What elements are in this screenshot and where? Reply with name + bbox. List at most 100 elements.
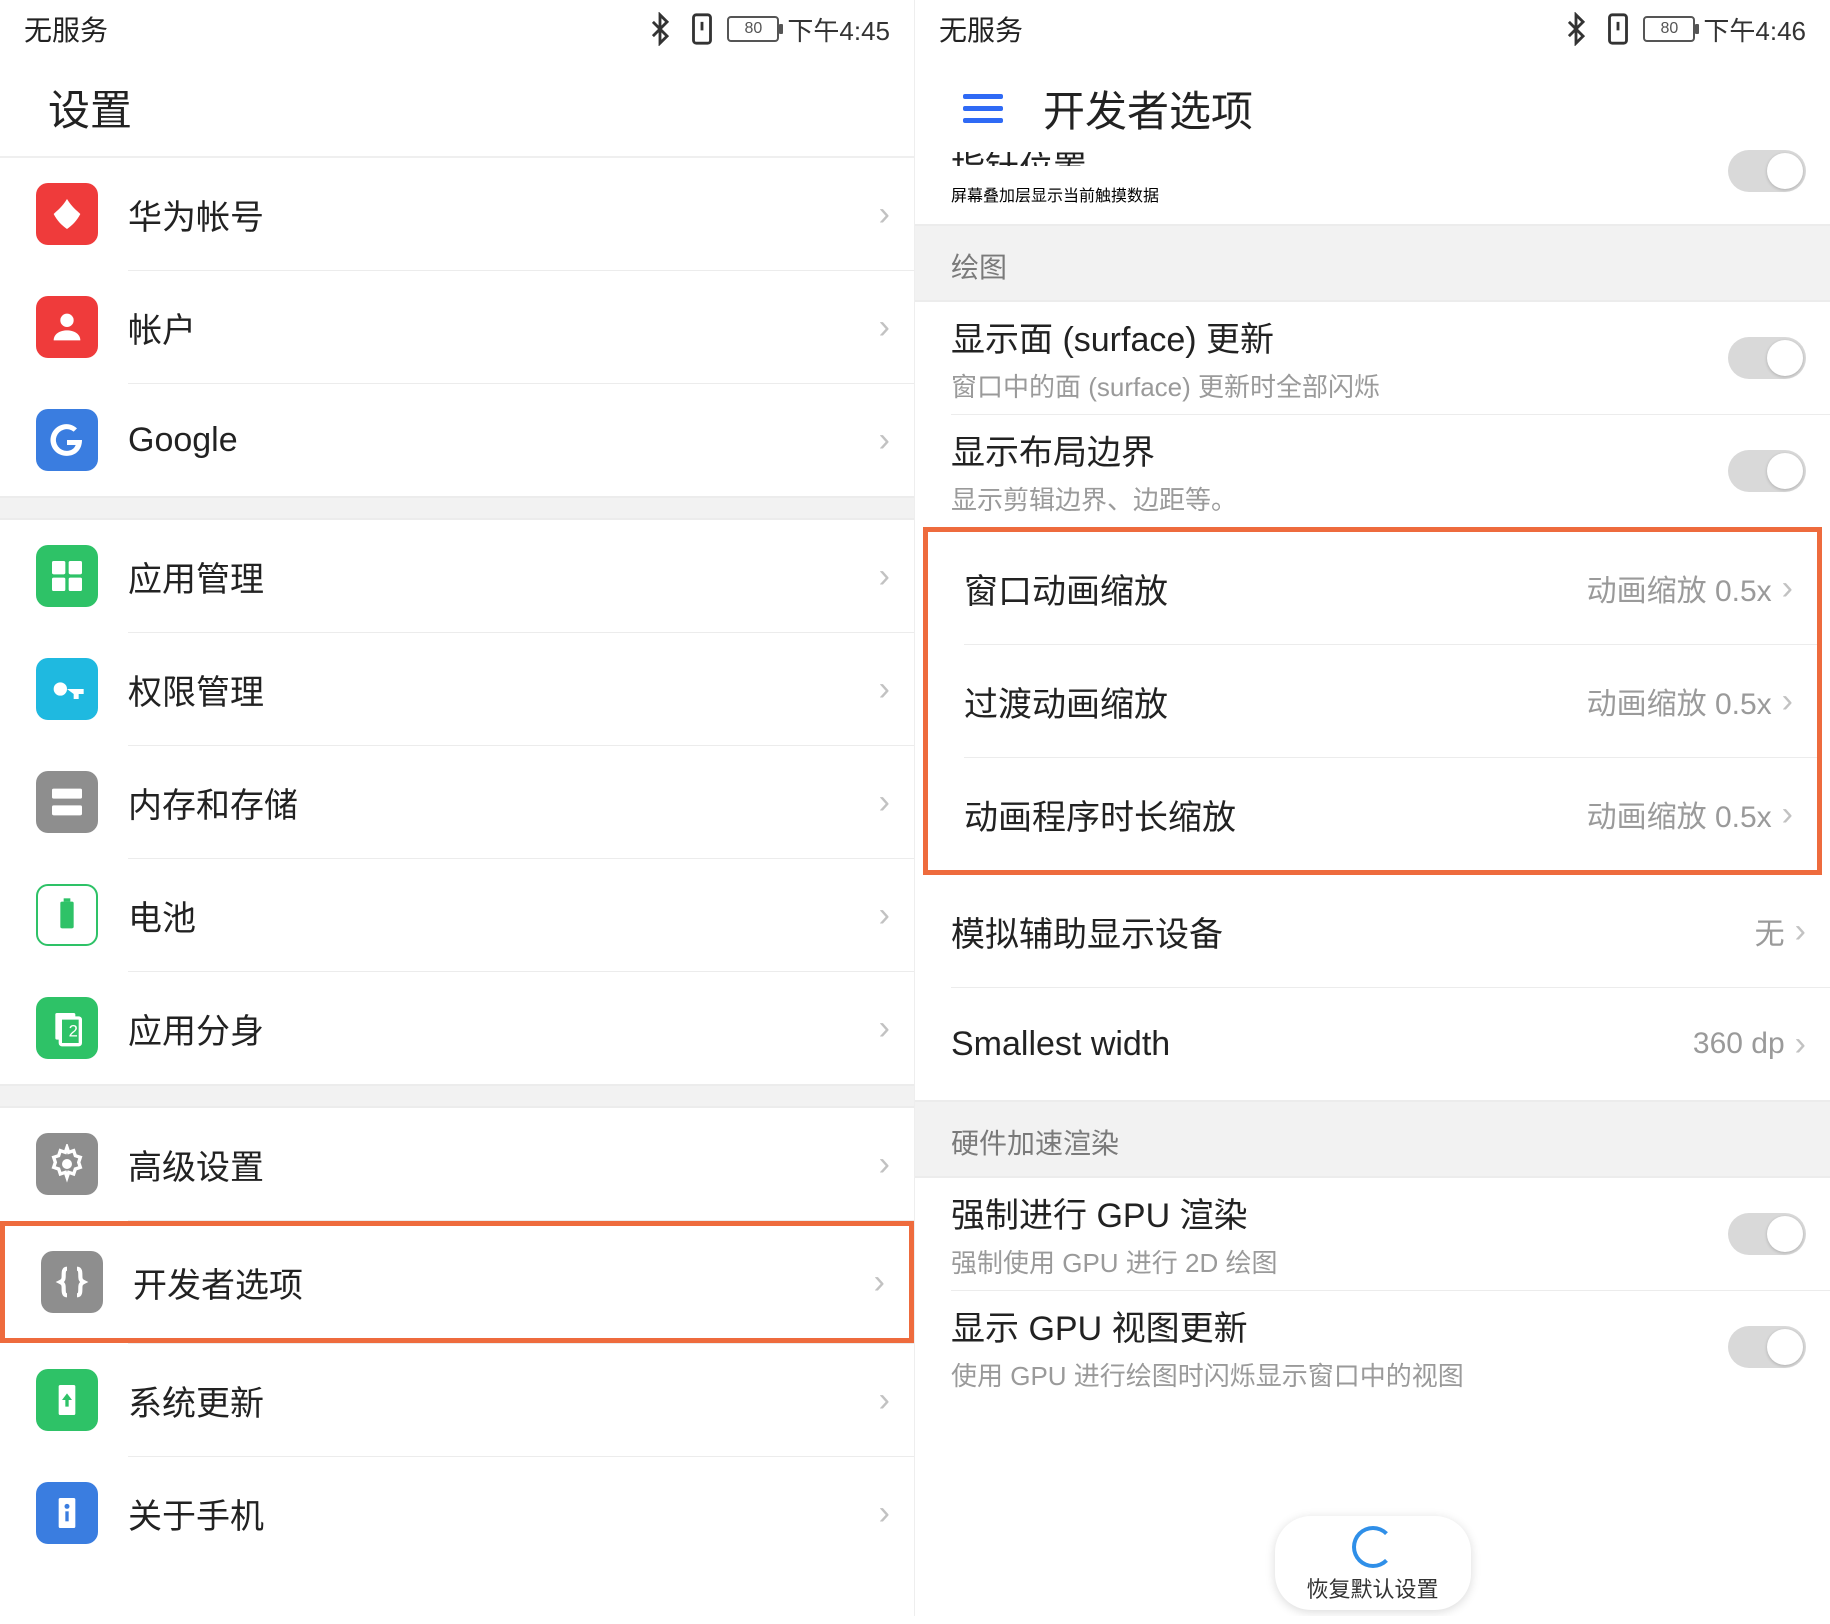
sim-alert-icon [1601, 12, 1635, 46]
settings-item-label: 系统更新 [128, 1376, 879, 1425]
status-bar: 无服务 80 下午4:45 [0, 0, 914, 58]
dev-item-value: 动画缩放 0.5x [1587, 679, 1772, 723]
settings-item-accounts[interactable]: 帐户 › [0, 271, 914, 383]
settings-item-label: Google [128, 421, 879, 460]
settings-item-google[interactable]: Google › [0, 384, 914, 496]
screen-settings: 无服务 80 下午4:45 设置 华为帐号 › 帐户 › [0, 0, 915, 1616]
dev-item-title-cut: 指针位置 [951, 152, 1728, 166]
apps-icon [36, 545, 98, 607]
highlight-animation-scales: 窗口动画缩放 动画缩放 0.5x › 过渡动画缩放 动画缩放 0.5x › 动画… [923, 527, 1822, 875]
chevron-right-icon: › [879, 557, 890, 596]
page-title: 开发者选项 [1043, 78, 1253, 139]
update-icon [36, 1369, 98, 1431]
dev-item-window-animation-scale[interactable]: 窗口动画缩放 动画缩放 0.5x › [928, 532, 1817, 644]
dev-item-title: 显示 GPU 视图更新 [951, 1301, 1728, 1350]
dev-item-simulate-secondary-display[interactable]: 模拟辅助显示设备 无 › [915, 875, 1830, 987]
dev-item-value: 无 [1755, 909, 1785, 953]
dev-item-subtitle: 显示剪辑边界、边距等。 [951, 480, 1728, 517]
settings-item-label: 内存和存储 [128, 778, 879, 827]
settings-item-label: 帐户 [128, 303, 879, 352]
battery-icon: 80 [727, 16, 779, 42]
braces-icon [41, 1251, 103, 1313]
settings-item-huawei-id[interactable]: 华为帐号 › [0, 158, 914, 270]
sim-alert-icon [685, 12, 719, 46]
settings-item-permissions[interactable]: 权限管理 › [0, 633, 914, 745]
reset-icon [1351, 1526, 1393, 1568]
chevron-right-icon: › [879, 1145, 890, 1184]
dev-item-title: 窗口动画缩放 [964, 564, 1587, 613]
dev-item-subtitle: 屏幕叠加层显示当前触摸数据 [951, 182, 1728, 206]
settings-item-about[interactable]: 关于手机 › [0, 1457, 914, 1569]
google-icon [36, 409, 98, 471]
chevron-right-icon: › [1782, 682, 1793, 721]
settings-item-label: 开发者选项 [133, 1258, 874, 1307]
dev-item-value: 动画缩放 0.5x [1587, 792, 1772, 836]
toggle-switch[interactable] [1728, 337, 1806, 379]
status-icons: 80 下午4:46 [1559, 11, 1806, 48]
dev-item-smallest-width[interactable]: Smallest width 360 dp › [915, 988, 1830, 1100]
bluetooth-icon [643, 12, 677, 46]
dev-item-surface-update[interactable]: 显示面 (surface) 更新 窗口中的面 (surface) 更新时全部闪烁 [915, 302, 1830, 414]
settings-item-memory[interactable]: 内存和存储 › [0, 746, 914, 858]
accounts-icon [36, 296, 98, 358]
status-carrier: 无服务 [24, 9, 108, 49]
chevron-right-icon: › [879, 195, 890, 234]
settings-item-label: 电池 [128, 891, 879, 940]
dev-item-title: 过渡动画缩放 [964, 677, 1587, 726]
section-header-drawing: 绘图 [915, 224, 1830, 302]
dev-item-force-gpu[interactable]: 强制进行 GPU 渲染 强制使用 GPU 进行 2D 绘图 [915, 1178, 1830, 1290]
dev-item-gpu-view-update[interactable]: 显示 GPU 视图更新 使用 GPU 进行绘图时闪烁显示窗口中的视图 [915, 1291, 1830, 1403]
restore-defaults-pill[interactable]: 恢复默认设置 [1274, 1516, 1470, 1610]
settings-item-label: 关于手机 [128, 1489, 879, 1538]
settings-item-label: 华为帐号 [128, 190, 879, 239]
page-title-row: 设置 [0, 58, 914, 158]
huawei-icon [36, 183, 98, 245]
dev-item-transition-animation-scale[interactable]: 过渡动画缩放 动画缩放 0.5x › [928, 645, 1817, 757]
status-time: 下午4:45 [787, 11, 890, 48]
chevron-right-icon: › [874, 1263, 885, 1302]
gear-icon [36, 1133, 98, 1195]
chevron-right-icon: › [879, 1494, 890, 1533]
settings-item-developer[interactable]: 开发者选项 › [5, 1226, 909, 1338]
toggle-switch[interactable] [1728, 450, 1806, 492]
chevron-right-icon: › [879, 1009, 890, 1048]
status-time: 下午4:46 [1703, 11, 1806, 48]
toggle-switch[interactable] [1728, 1326, 1806, 1368]
dev-item-animator-duration-scale[interactable]: 动画程序时长缩放 动画缩放 0.5x › [928, 758, 1817, 870]
battery-icon: 80 [1643, 16, 1695, 42]
page-title-row: 开发者选项 [915, 58, 1830, 158]
menu-icon[interactable] [963, 94, 1003, 123]
storage-icon [36, 771, 98, 833]
settings-item-advanced[interactable]: 高级设置 › [0, 1108, 914, 1220]
toggle-switch[interactable] [1728, 1213, 1806, 1255]
chevron-right-icon: › [1782, 795, 1793, 834]
status-bar: 无服务 80 下午4:46 [915, 0, 1830, 58]
screen-developer-options: 无服务 80 下午4:46 开发者选项 指针位置 屏幕叠加层显示当前触摸数据 绘… [915, 0, 1830, 1616]
dev-item-subtitle: 使用 GPU 进行绘图时闪烁显示窗口中的视图 [951, 1356, 1728, 1393]
settings-item-twin[interactable]: 2 应用分身 › [0, 972, 914, 1084]
dev-item-subtitle: 强制使用 GPU 进行 2D 绘图 [951, 1243, 1728, 1280]
battery-icon [36, 884, 98, 946]
highlight-developer: 开发者选项 › [0, 1221, 914, 1343]
chevron-right-icon: › [879, 1381, 890, 1420]
settings-item-app-manage[interactable]: 应用管理 › [0, 520, 914, 632]
dev-item-pointer-location[interactable]: 指针位置 屏幕叠加层显示当前触摸数据 [915, 158, 1830, 224]
dev-item-title: 显示布局边界 [951, 425, 1728, 474]
settings-item-label: 权限管理 [128, 665, 879, 714]
section-header-hardware: 硬件加速渲染 [915, 1100, 1830, 1178]
page-title: 设置 [48, 77, 132, 138]
restore-label: 恢复默认设置 [1306, 1572, 1438, 1604]
chevron-right-icon: › [1782, 569, 1793, 608]
chevron-right-icon: › [1795, 1025, 1806, 1064]
dev-item-value: 动画缩放 0.5x [1587, 566, 1772, 610]
dev-item-layout-bounds[interactable]: 显示布局边界 显示剪辑边界、边距等。 [915, 415, 1830, 527]
settings-item-update[interactable]: 系统更新 › [0, 1344, 914, 1456]
clone-icon: 2 [36, 997, 98, 1059]
toggle-switch[interactable] [1728, 150, 1806, 192]
dev-item-value: 360 dp [1693, 1027, 1785, 1061]
chevron-right-icon: › [879, 421, 890, 460]
bluetooth-icon [1559, 12, 1593, 46]
chevron-right-icon: › [879, 670, 890, 709]
chevron-right-icon: › [879, 308, 890, 347]
settings-item-battery[interactable]: 电池 › [0, 859, 914, 971]
